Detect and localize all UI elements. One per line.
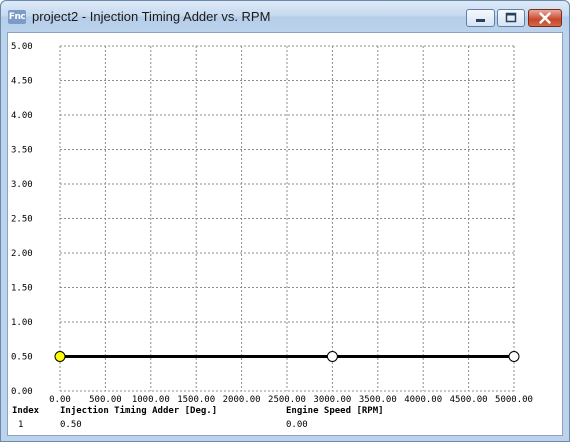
- y-tick-label: 1.50: [11, 284, 33, 294]
- x-tick-label: 1500.00: [177, 395, 215, 405]
- app-window: Fnc project2 - Injection Timing Adder vs…: [0, 0, 570, 442]
- info-value-timing: 0.50: [60, 420, 82, 430]
- y-tick-label: 3.00: [11, 180, 33, 190]
- info-value-index: 1: [18, 420, 24, 430]
- x-tick-label: 1000.00: [132, 395, 170, 405]
- y-tick-label: 3.50: [11, 146, 33, 156]
- x-tick-label: 2500.00: [268, 395, 306, 405]
- x-tick-label: 5000.00: [495, 395, 533, 405]
- app-icon: Fnc: [8, 10, 26, 24]
- data-point[interactable]: [508, 351, 520, 362]
- y-tick-label: 0.50: [11, 353, 33, 363]
- maximize-icon: [505, 12, 517, 23]
- info-header-timing: Injection Timing Adder [Deg.]: [60, 406, 218, 416]
- x-tick-label: 0.00: [49, 395, 71, 405]
- x-tick-label: 3000.00: [313, 395, 351, 405]
- title-bar[interactable]: Fnc project2 - Injection Timing Adder vs…: [1, 1, 569, 32]
- x-tick-label: 2000.00: [223, 395, 261, 405]
- y-tick-label: 1.00: [11, 318, 33, 328]
- y-tick-label: 2.50: [11, 215, 33, 225]
- minimize-icon: [476, 19, 485, 22]
- close-icon: [539, 12, 551, 24]
- data-point[interactable]: [54, 351, 66, 362]
- x-tick-label: 3500.00: [359, 395, 397, 405]
- info-header-speed: Engine Speed [RPM]: [286, 406, 384, 416]
- y-tick-label: 2.00: [11, 249, 33, 259]
- y-tick-label: 4.50: [11, 77, 33, 87]
- x-tick-label: 4000.00: [404, 395, 442, 405]
- y-tick-label: 5.00: [11, 42, 33, 52]
- info-header-index: Index: [12, 406, 40, 416]
- maximize-button[interactable]: [497, 9, 525, 27]
- close-button[interactable]: [528, 9, 562, 27]
- info-value-speed: 0.00: [286, 420, 308, 430]
- y-tick-label: 0.00: [11, 387, 33, 397]
- minimize-button[interactable]: [466, 9, 495, 27]
- data-point[interactable]: [326, 351, 338, 362]
- client-area: 0.00 0.50 1.00 1.50 2.00 2.50 3.00 3.50 4.00 4.50…: [7, 32, 563, 436]
- x-tick-label: 500.00: [89, 395, 122, 405]
- x-tick-label: 4500.00: [450, 395, 488, 405]
- timing-chart[interactable]: 0.00 0.50 1.00 1.50 2.00 2.50 3.00 3.50 4.00 4.50…: [8, 33, 562, 435]
- y-tick-label: 4.00: [11, 111, 33, 121]
- window-title: project2 - Injection Timing Adder vs. RP…: [32, 9, 271, 24]
